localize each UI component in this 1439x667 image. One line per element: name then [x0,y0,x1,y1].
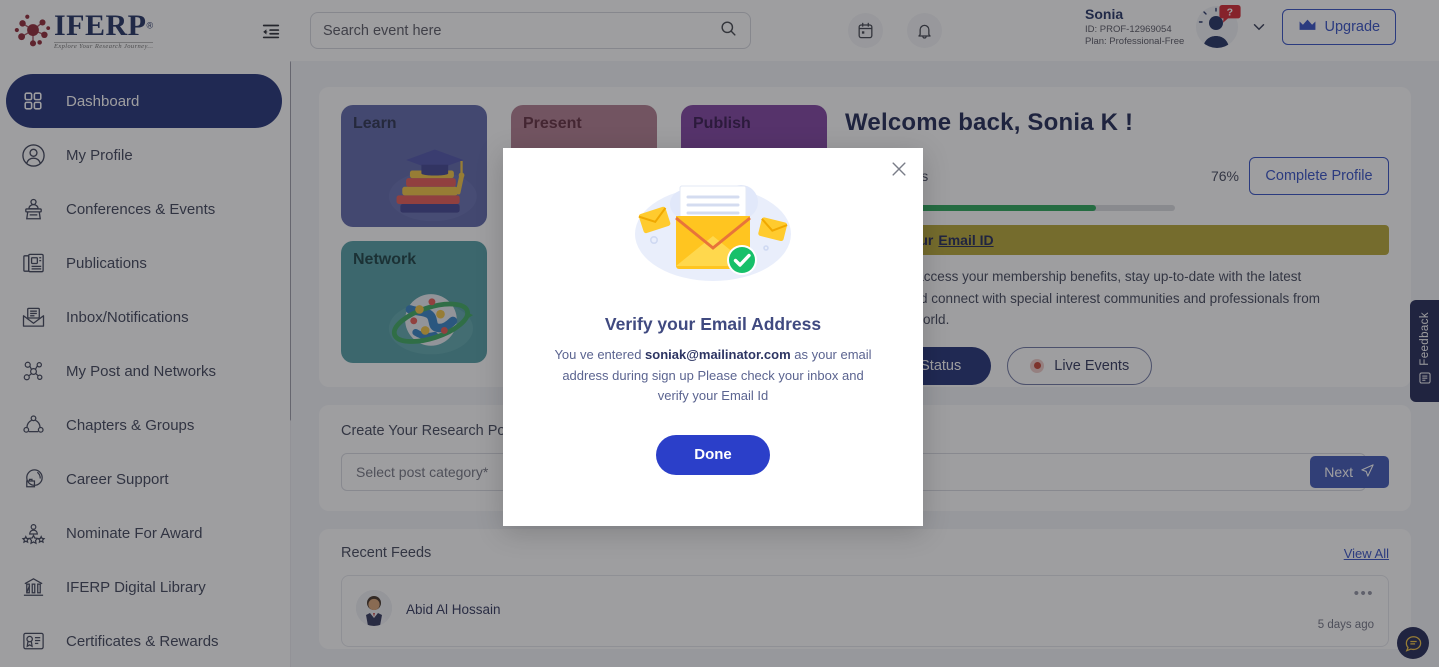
modal-desc-before: You ve entered [554,347,646,362]
verify-email-modal: Verify your Email Address You ve entered… [503,148,923,526]
modal-title: Verify your Email Address [604,314,822,334]
close-icon[interactable] [888,158,910,180]
email-verify-illustration [618,174,808,292]
page-root: IFERP® Explore Your Research Journey... [0,0,1439,667]
done-button[interactable]: Done [656,434,770,475]
modal-description: You ve entered soniak@mailinator.com as … [548,345,878,407]
modal-desc-email: soniak@mailinator.com [645,347,791,362]
done-label: Done [694,446,732,464]
